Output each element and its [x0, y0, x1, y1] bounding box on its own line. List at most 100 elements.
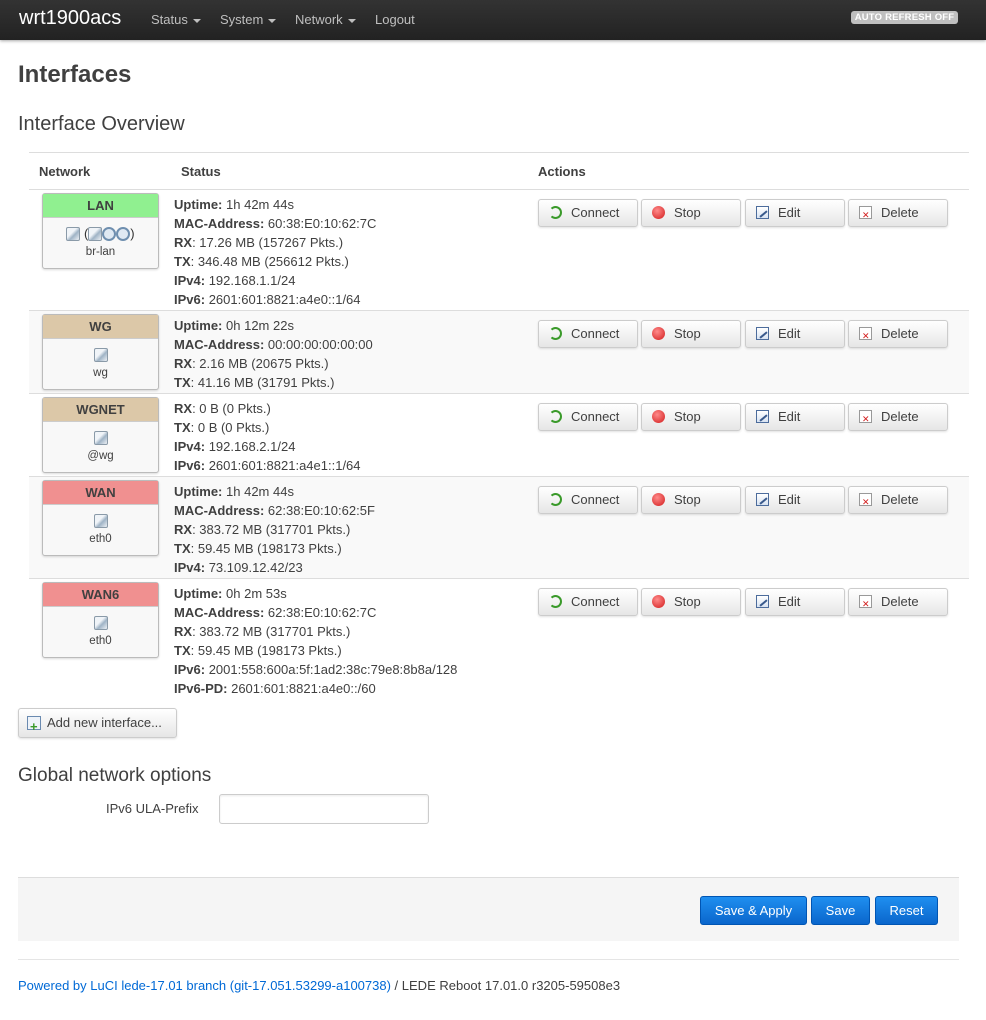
status-value: : 383.72 MB (317701 Pkts.): [192, 522, 351, 537]
status-line: TX: 41.16 MB (31791 Pkts.): [174, 373, 373, 392]
status-value: 73.109.12.42/23: [208, 560, 303, 575]
status-line: TX: 346.48 MB (256612 Pkts.): [174, 252, 376, 271]
interface-badge-wgnet: WGNET @wg: [42, 397, 159, 473]
status-label: MAC-Address:: [174, 337, 265, 352]
status-line: RX: 17.26 MB (157267 Pkts.): [174, 233, 376, 252]
form-actions: Save & Apply Save Reset: [18, 877, 959, 941]
edit-button[interactable]: Edit: [745, 403, 845, 431]
wifi-icon: [102, 227, 117, 241]
status-line: MAC-Address: 60:38:E0:10:62:7C: [174, 214, 376, 233]
interface-row: LAN () br-lan Uptime: 1h 42m 44s MAC-Addres…: [29, 190, 969, 311]
column-status: Status: [181, 164, 221, 179]
column-actions: Actions: [538, 164, 586, 179]
stop-icon: [652, 493, 665, 506]
status-line: Uptime: 1h 42m 44s: [174, 482, 375, 501]
status-line: RX: 383.72 MB (317701 Pkts.): [174, 520, 375, 539]
status-value: 1h 42m 44s: [226, 484, 294, 499]
delete-label: Delete: [881, 594, 919, 609]
connect-button[interactable]: Connect: [538, 199, 638, 227]
interface-device: br-lan: [85, 246, 116, 258]
interface-row: WAN6 eth0 Uptime: 0h 2m 53s MAC-Address: 62…: [29, 579, 969, 699]
save-apply-button[interactable]: Save & Apply: [700, 896, 807, 925]
interface-icons: (): [43, 226, 158, 244]
menu-logout[interactable]: Logout: [375, 12, 415, 27]
ula-prefix-input[interactable]: [219, 794, 429, 824]
delete-label: Delete: [881, 205, 919, 220]
connect-button[interactable]: Connect: [538, 320, 638, 348]
add-interface-button[interactable]: Add new interface...: [18, 708, 177, 741]
delete-button[interactable]: Delete: [848, 320, 948, 349]
interface-row: WG wg Uptime: 0h 12m 22s MAC-Address: 00:00…: [29, 311, 969, 394]
connect-label: Connect: [571, 409, 620, 424]
edit-button[interactable]: Edit: [745, 588, 845, 616]
edit-icon: [756, 493, 769, 506]
status-value: 2601:601:8821:a4e0::/60: [231, 681, 376, 696]
connect-label: Connect: [571, 205, 620, 220]
edit-icon: [756, 595, 769, 608]
connect-button[interactable]: Connect: [538, 403, 638, 431]
delete-icon: [859, 489, 872, 515]
section-title-overview: Interface Overview: [18, 113, 185, 135]
interface-badge-wan: WAN eth0: [42, 480, 159, 556]
status-label: MAC-Address:: [174, 216, 265, 231]
refresh-icon: [549, 206, 562, 219]
stop-button[interactable]: Stop: [641, 403, 741, 431]
edit-button[interactable]: Edit: [745, 486, 845, 514]
delete-button[interactable]: Delete: [848, 403, 948, 432]
interface-icons: [43, 615, 158, 633]
delete-button[interactable]: Delete: [848, 588, 948, 617]
edit-button[interactable]: Edit: [745, 199, 845, 227]
status-label: IPv4:: [174, 273, 206, 288]
refresh-icon: [549, 410, 562, 423]
refresh-icon: [549, 327, 562, 340]
auto-refresh-toggle[interactable]: AUTO REFRESH OFF: [851, 11, 958, 24]
menu-network[interactable]: Network: [295, 12, 356, 27]
status-value: 60:38:E0:10:62:7C: [267, 216, 377, 231]
bridge-icon: [66, 227, 81, 241]
ethernet-icon: [93, 616, 108, 630]
stop-icon: [652, 206, 665, 219]
delete-icon: [859, 323, 872, 349]
stop-button[interactable]: Stop: [641, 486, 741, 514]
menu-system[interactable]: System: [220, 12, 277, 27]
stop-button[interactable]: Stop: [641, 320, 741, 348]
status-label: TX: [174, 254, 191, 269]
column-network: Network: [39, 164, 91, 179]
refresh-icon: [549, 595, 562, 608]
interface-status: Uptime: 0h 2m 53s MAC-Address: 62:38:E0:1…: [174, 584, 457, 698]
stop-icon: [652, 410, 665, 423]
interface-icons: [43, 513, 158, 531]
status-line: IPv4: 73.109.12.42/23: [174, 558, 375, 577]
status-value: 00:00:00:00:00:00: [267, 337, 373, 352]
menu-status[interactable]: Status: [151, 12, 201, 27]
stop-label: Stop: [674, 409, 701, 424]
delete-icon: [859, 406, 872, 432]
edit-icon: [756, 327, 769, 340]
save-button[interactable]: Save: [811, 896, 870, 925]
status-label: TX: [174, 420, 191, 435]
status-label: MAC-Address:: [174, 605, 265, 620]
connect-button[interactable]: Connect: [538, 588, 638, 616]
status-label: RX: [174, 401, 193, 416]
delete-button[interactable]: Delete: [848, 199, 948, 228]
interface-device: eth0: [89, 533, 112, 545]
reset-button[interactable]: Reset: [875, 896, 938, 925]
status-label: IPv4:: [174, 560, 206, 575]
wifi-icon: [116, 227, 131, 241]
connect-button[interactable]: Connect: [538, 486, 638, 514]
stop-button[interactable]: Stop: [641, 588, 741, 616]
edit-button[interactable]: Edit: [745, 320, 845, 348]
status-value: : 0 B (0 Pkts.): [192, 401, 271, 416]
page-title: Interfaces: [18, 61, 132, 88]
edit-label: Edit: [778, 594, 801, 609]
luci-link[interactable]: Powered by LuCI lede-17.01 branch (git-1…: [18, 978, 391, 993]
status-label: Uptime:: [174, 318, 223, 333]
status-value: 0h 12m 22s: [226, 318, 294, 333]
status-label: TX: [174, 375, 191, 390]
status-line: MAC-Address: 62:38:E0:10:62:7C: [174, 603, 457, 622]
delete-button[interactable]: Delete: [848, 486, 948, 515]
status-value: 1h 42m 44s: [226, 197, 294, 212]
delete-icon: [859, 202, 872, 228]
brand-link[interactable]: wrt1900acs: [19, 7, 121, 30]
stop-button[interactable]: Stop: [641, 199, 741, 227]
